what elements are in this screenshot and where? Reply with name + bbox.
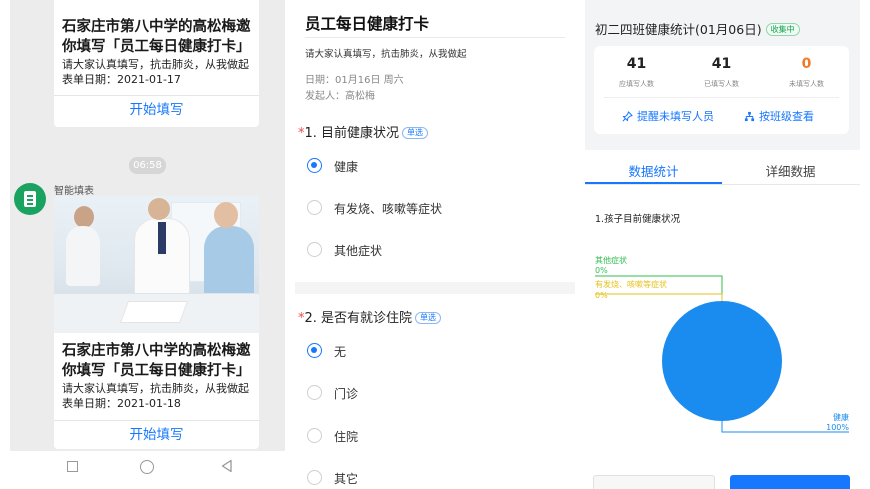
hierarchy-icon <box>744 111 755 122</box>
option-label: 住院 <box>334 430 359 444</box>
chart-question: 1.孩子目前健康状况 <box>595 214 681 225</box>
section-divider <box>295 282 575 294</box>
invite-card-title: 石家庄市第八中学的高松梅邀你填写「员工每日健康打卡」 <box>62 343 251 379</box>
tab-details[interactable]: 详细数据 <box>722 161 859 180</box>
radio-icon[interactable] <box>307 385 322 400</box>
slice-percent: 100% <box>826 423 849 432</box>
tab-statistics[interactable]: 数据统计 <box>585 161 722 180</box>
option-label: 无 <box>334 345 347 359</box>
divider <box>305 37 565 38</box>
option-label: 其他症状 <box>334 244 383 258</box>
view-by-class-label: 按班级查看 <box>759 110 814 123</box>
invite-card-title: 石家庄市第八中学的高松梅邀你填写「员工每日健康打卡」 <box>62 19 251 55</box>
form-panel: 员工每日健康打卡 请大家认真填写，抗击肺炎，从我做起 日期：01月16日 周六 … <box>295 0 575 489</box>
status-badge: 收集中 <box>765 23 800 36</box>
option-label: 健康 <box>334 160 359 174</box>
invite-card-desc: 请大家认真填写，抗击肺炎，从我做起 <box>62 382 249 395</box>
submitted-count-label: 已填写人数 <box>704 80 739 88</box>
sender-name: 智能填表 <box>54 186 94 197</box>
leader-line <box>595 293 723 301</box>
radio-icon[interactable] <box>307 200 322 215</box>
question-2-title: *2. 是否有就诊住院 单选 <box>298 307 442 326</box>
radio-icon[interactable] <box>307 428 322 443</box>
invite-card[interactable]: 石家庄市第八中学的高松梅邀你填写「员工每日健康打卡」 请大家认真填写，抗击肺炎，… <box>54 0 259 127</box>
divider <box>604 97 839 98</box>
recents-icon[interactable] <box>67 461 78 472</box>
view-by-class-button[interactable]: 按班级查看 <box>744 108 814 124</box>
submitted-count: 41 <box>711 56 732 72</box>
health-status-pie-chart: 其他症状0%有发烧、咳嗽等症状0%健康100% <box>595 255 849 433</box>
single-choice-tag: 单选 <box>402 127 429 139</box>
slice-label: 有发烧、咳嗽等症状 <box>595 279 667 289</box>
form-title: 员工每日健康打卡 <box>305 15 430 33</box>
stats-title: 初二四班健康统计(01月06日) 收集中 <box>595 19 800 38</box>
radio-icon[interactable] <box>307 470 322 485</box>
option-label: 有发烧、咳嗽等症状 <box>334 202 443 216</box>
option-label: 门诊 <box>334 387 359 401</box>
question-1-title: *1. 目前健康状况 单选 <box>298 122 429 141</box>
radio-selected-icon[interactable] <box>307 158 322 173</box>
invite-card[interactable]: 石家庄市第八中学的高松梅邀你填写「员工每日健康打卡」 请大家认真填写，抗击肺炎，… <box>54 196 259 449</box>
invite-card-date: 表单日期：2021-01-17 <box>62 73 181 86</box>
remind-unfilled-button[interactable]: 提醒未填写人员 <box>622 108 714 124</box>
missing-count-label: 未填写人数 <box>789 80 824 88</box>
start-fill-button[interactable]: 开始填写 <box>54 96 259 124</box>
invite-card-date: 表单日期：2021-01-18 <box>62 397 181 410</box>
slice-percent: 0% <box>595 266 608 275</box>
doctor-consultation-image <box>54 196 259 333</box>
expected-count-label: 应填写人数 <box>619 80 654 88</box>
start-fill-button[interactable]: 开始填写 <box>54 421 259 449</box>
radio-selected-icon[interactable] <box>307 343 322 358</box>
message-time: 06:58 <box>129 157 166 174</box>
question-label: 1. 目前健康状况 <box>304 126 400 141</box>
stats-title-text: 初二四班健康统计(01月06日) <box>595 22 762 37</box>
secondary-button[interactable] <box>593 475 715 489</box>
primary-button[interactable] <box>730 475 850 489</box>
system-nav-bar <box>10 451 285 489</box>
form-creator: 发起人：高松梅 <box>305 91 375 102</box>
radio-icon[interactable] <box>307 242 322 257</box>
slice-percent: 0% <box>595 291 608 300</box>
form-subtitle: 请大家认真填写，抗击肺炎，从我做起 <box>305 49 467 60</box>
question-label: 2. 是否有就诊住院 <box>304 311 413 326</box>
remind-unfilled-label: 提醒未填写人员 <box>637 110 714 123</box>
stats-tabs: 数据统计 详细数据 <box>585 155 860 185</box>
home-icon[interactable] <box>140 460 154 474</box>
expected-count: 41 <box>626 56 647 72</box>
slice-label: 其他症状 <box>595 255 627 265</box>
invite-card-desc: 请大家认真填写，抗击肺炎，从我做起 <box>62 58 249 71</box>
option-label: 其它 <box>334 472 359 486</box>
pie-slice <box>662 301 782 421</box>
screenshot-root: 石家庄市第八中学的高松梅邀你填写「员工每日健康打卡」 请大家认真填写，抗击肺炎，… <box>0 0 870 489</box>
avatar[interactable] <box>14 183 46 215</box>
form-doc-icon <box>24 191 36 207</box>
summary-card: 41 应填写人数 41 已填写人数 0 未填写人数 提醒未填写人员 按班级查看 <box>594 46 849 134</box>
back-icon[interactable] <box>220 459 234 473</box>
missing-count: 0 <box>801 56 812 72</box>
slice-label: 健康 <box>833 412 849 422</box>
chat-panel: 石家庄市第八中学的高松梅邀你填写「员工每日健康打卡」 请大家认真填写，抗击肺炎，… <box>10 0 285 489</box>
pin-icon <box>622 111 633 122</box>
stats-panel: 初二四班健康统计(01月06日) 收集中 41 应填写人数 41 已填写人数 0 … <box>585 0 860 489</box>
form-date: 日期：01月16日 周六 <box>305 75 404 86</box>
single-choice-tag: 单选 <box>415 312 442 324</box>
active-tab-indicator <box>585 182 722 184</box>
